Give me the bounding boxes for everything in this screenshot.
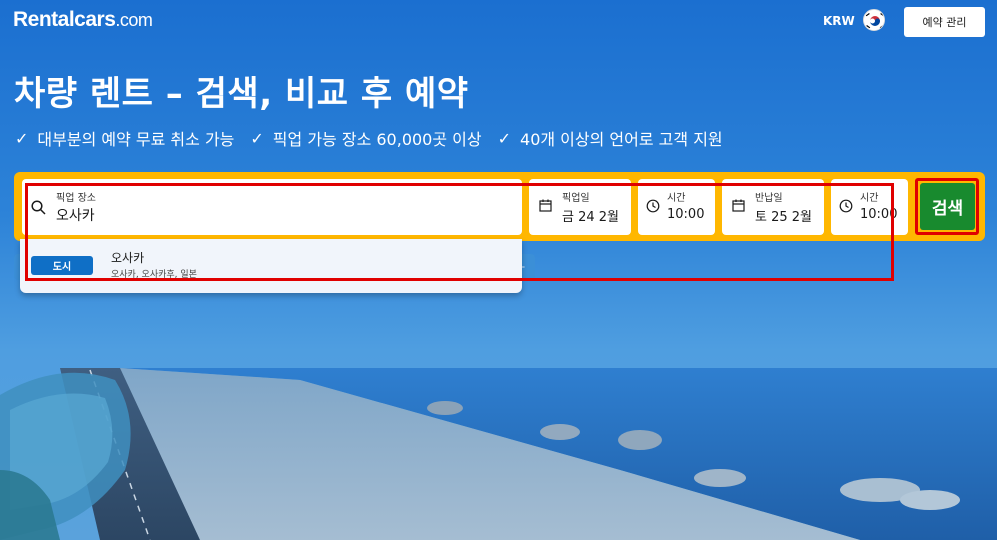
feature-list: ✓ 대부분의 예약 무료 취소 가능 ✓ 픽업 가능 장소 60,000곳 이상…: [15, 126, 723, 150]
manage-booking-button[interactable]: 예약 관리: [904, 7, 985, 37]
logo-suffix-text: .com: [115, 10, 153, 30]
logo-main-text: Rentalcars: [13, 8, 116, 31]
feature-text: 픽업 가능 장소 60,000곳 이상: [272, 130, 482, 149]
check-icon: ✓: [250, 128, 264, 148]
highlight-annotation-box: [25, 183, 894, 281]
korea-flag-icon[interactable]: [863, 9, 885, 31]
feature-item: ✓ 대부분의 예약 무료 취소 가능: [15, 126, 234, 150]
page-title: 차량 렌트 – 검색, 비교 후 예약: [14, 74, 469, 114]
feature-text: 대부분의 예약 무료 취소 가능: [37, 130, 235, 149]
feature-item: ✓ 픽업 가능 장소 60,000곳 이상: [250, 126, 481, 150]
search-button-highlight: [915, 178, 979, 235]
page: Rentalcars.com KRW 예약 관리 차량 렌트 – 검색, 비교 …: [0, 0, 997, 540]
feature-item: ✓ 40개 이상의 언어로 고객 지원: [498, 126, 723, 150]
feature-text: 40개 이상의 언어로 고객 지원: [520, 130, 723, 149]
rentalcars-logo[interactable]: Rentalcars.com: [13, 8, 153, 32]
currency-selector[interactable]: KRW: [823, 14, 855, 28]
check-icon: ✓: [15, 128, 29, 148]
check-icon: ✓: [497, 128, 512, 148]
